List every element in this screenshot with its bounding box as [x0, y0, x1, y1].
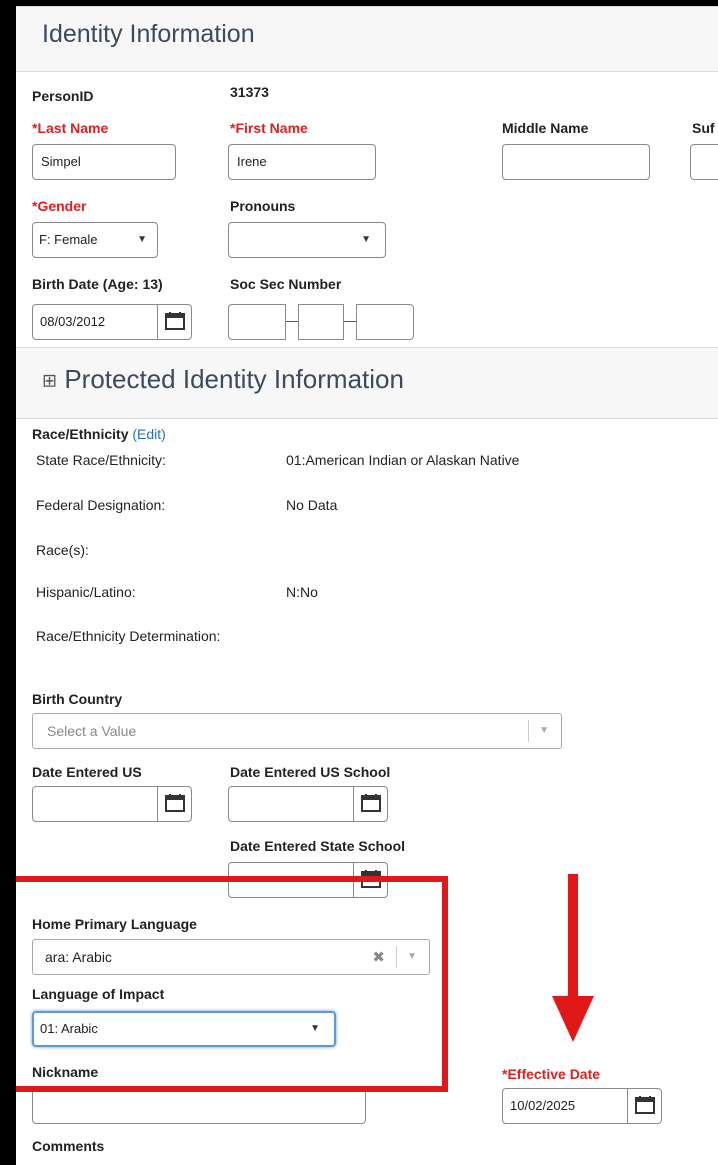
caret-down-icon: ▼: [539, 725, 549, 736]
race-ethnicity-label-text: Race/Ethnicity: [32, 426, 129, 442]
calendar-icon[interactable]: [157, 787, 191, 821]
birth-date-value: 08/03/2012: [40, 314, 106, 329]
suffix-input[interactable]: [690, 144, 718, 180]
birth-date-label: Birth Date (Age: 13): [32, 276, 163, 292]
date-entered-us-input[interactable]: [32, 786, 192, 822]
gender-select[interactable]: F: Female ▼: [32, 222, 158, 258]
protected-header[interactable]: ⊞ Protected Identity Information: [16, 347, 718, 419]
comments-label: Comments: [32, 1138, 105, 1154]
effective-date-input[interactable]: 10/02/2025: [502, 1088, 662, 1124]
hispanic-label: Hispanic/Latino:: [36, 584, 136, 600]
date-entered-us-label: Date Entered US: [32, 764, 142, 780]
race-edit-link[interactable]: (Edit): [132, 426, 165, 442]
federal-value: No Data: [286, 497, 338, 513]
ssn-dash: [286, 321, 298, 322]
identity-header: Identity Information: [16, 6, 718, 72]
protected-title-text: Protected Identity Information: [64, 364, 404, 394]
birth-country-label: Birth Country: [32, 691, 123, 707]
hispanic-value: N:No: [286, 584, 318, 600]
state-race-label: State Race/Ethnicity:: [36, 452, 166, 468]
caret-down-icon: ▼: [137, 234, 147, 245]
calendar-icon[interactable]: [353, 787, 387, 821]
date-entered-state-school-label: Date Entered State School: [230, 838, 406, 854]
last-name-label: *Last Name: [32, 120, 109, 136]
birth-country-select[interactable]: Select a Value ▼: [32, 713, 562, 749]
date-entered-us-school-input[interactable]: [228, 786, 388, 822]
calendar-icon[interactable]: [157, 305, 191, 339]
person-id-value: 31373: [230, 84, 269, 100]
effective-date-value: 10/02/2025: [510, 1098, 576, 1113]
federal-label: Federal Designation:: [36, 497, 166, 513]
middle-name-input[interactable]: [502, 144, 650, 180]
calendar-icon[interactable]: [627, 1089, 661, 1123]
person-identity-panel: Identity Information PersonID 31373 *Las…: [16, 6, 718, 1165]
race-ethnicity-label: Race/Ethnicity (Edit): [32, 426, 166, 442]
last-name-input[interactable]: Simpel: [32, 144, 176, 180]
middle-name-label: Middle Name: [502, 120, 589, 136]
person-id-label: PersonID: [32, 88, 94, 104]
first-name-label: *First Name: [230, 120, 308, 136]
gender-label: *Gender: [32, 198, 87, 214]
gender-select-value: F: Female: [39, 232, 98, 247]
annotation-arrow-head: [552, 996, 594, 1042]
first-name-input[interactable]: Irene: [228, 144, 376, 180]
state-race-value: 01:American Indian or Alaskan Native: [286, 452, 520, 468]
ssn-label: Soc Sec Number: [230, 276, 342, 292]
expand-plus-icon[interactable]: ⊞: [42, 371, 57, 391]
ssn-part-2[interactable]: [298, 304, 344, 340]
identity-title: Identity Information: [42, 20, 255, 48]
determination-label: Race/Ethnicity Determination:: [36, 628, 221, 644]
birth-date-input[interactable]: 08/03/2012: [32, 304, 192, 340]
ssn-part-3[interactable]: [356, 304, 414, 340]
birth-country-divider: [528, 720, 529, 742]
nickname-input[interactable]: [32, 1088, 366, 1124]
annotation-arrow: [568, 874, 578, 998]
birth-country-placeholder: Select a Value: [47, 723, 137, 739]
suffix-label: Suf: [692, 120, 715, 136]
pronouns-label: Pronouns: [230, 198, 296, 214]
pronouns-select[interactable]: ▼: [228, 222, 386, 258]
effective-date-label: *Effective Date: [502, 1066, 601, 1082]
caret-down-icon: ▼: [361, 234, 371, 245]
ssn-part-1[interactable]: [228, 304, 286, 340]
date-entered-us-school-label: Date Entered US School: [230, 764, 391, 780]
annotation-highlight-box: [16, 876, 448, 1092]
protected-title: ⊞ Protected Identity Information: [42, 364, 404, 395]
races-label: Race(s):: [36, 542, 89, 558]
ssn-dash: [344, 321, 356, 322]
